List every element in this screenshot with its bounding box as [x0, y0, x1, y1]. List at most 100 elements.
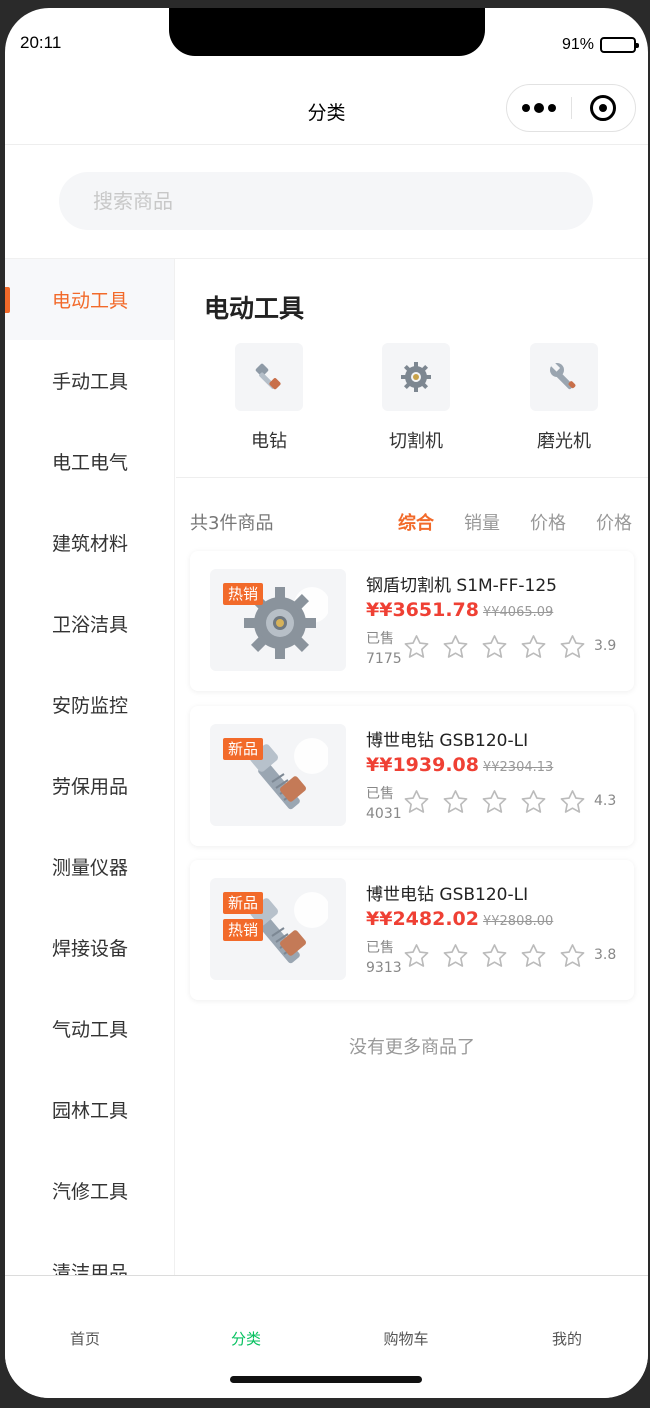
tab-home[interactable]: 首页 [35, 1328, 135, 1349]
product-name: 博世电钻 GSB120-LI [366, 885, 529, 905]
hot-badge: 热销 [223, 919, 264, 941]
rating-value: 3.9 [594, 638, 617, 654]
product-name: 钢盾切割机 S1M-FF-125 [366, 576, 557, 596]
product-price: ¥¥3651.78 ¥¥4065.09 [366, 599, 553, 621]
current-price: ¥¥3651.78 [366, 599, 479, 621]
battery-percent: 91% [561, 36, 594, 53]
phone-screen: 20:11 91% 分类 电动工具 手动工具 电工电气 建筑材料 卫浴洁具 安防… [5, 8, 648, 1398]
status-time: 20:11 [20, 33, 62, 52]
no-more-text: 没有更多商品了 [349, 1037, 475, 1058]
product-card[interactable]: 热销 钢盾切割机 S1M-FF-125 ¥¥3651.78 ¥¥4065.09 已… [190, 551, 634, 691]
subcategory-label: 电钻 [251, 431, 287, 452]
star-icon [560, 790, 585, 813]
search-bar[interactable] [59, 172, 593, 230]
product-image: 热销 [210, 569, 346, 671]
nav-divider [5, 144, 648, 145]
sold-count: 已售 9313 [366, 938, 402, 978]
original-price: ¥¥4065.09 [482, 605, 554, 620]
sidebar-item-pneumatic[interactable]: 气动工具 [5, 988, 174, 1069]
rating-stars [402, 788, 587, 816]
star-icon [404, 635, 429, 658]
sort-price-2[interactable]: 价格 [596, 509, 632, 535]
sort-comprehensive[interactable]: 综合 [398, 509, 434, 535]
star-icon [560, 635, 585, 658]
star-icon [521, 635, 546, 658]
sidebar-item-cleaning[interactable]: 清洁用品 [5, 1231, 174, 1275]
original-price: ¥¥2304.13 [482, 760, 554, 775]
product-card[interactable]: 新品 博世电钻 GSB120-LI ¥¥1939.08 ¥¥2304.13 已售 4… [190, 706, 634, 846]
bolt-nut-icon [235, 343, 303, 411]
rating-value: 3.8 [594, 947, 617, 963]
tab-category[interactable]: 分类 [196, 1328, 296, 1349]
rating-stars [402, 633, 587, 661]
subcategory-item[interactable]: 电钻 [219, 343, 319, 453]
sold-value: 7175 [366, 651, 402, 667]
sidebar-item-measuring[interactable]: 测量仪器 [5, 826, 174, 907]
subcategory-item[interactable]: 切割机 [366, 343, 466, 453]
star-icon [443, 635, 468, 658]
mini-program-capsule [506, 84, 636, 132]
star-icon [482, 790, 507, 813]
sidebar-item-building-materials[interactable]: 建筑材料 [5, 502, 174, 583]
product-name: 博世电钻 GSB120-LI [366, 731, 529, 751]
star-icon [482, 635, 507, 658]
current-price: ¥¥1939.08 [366, 754, 479, 776]
star-icon [521, 790, 546, 813]
subcategory-label: 切割机 [389, 431, 443, 452]
category-title: 电动工具 [204, 294, 305, 323]
wrench-icon [530, 343, 598, 411]
sold-value: 9313 [366, 960, 402, 976]
sidebar-item-garden[interactable]: 园林工具 [5, 1069, 174, 1150]
star-icon [443, 790, 468, 813]
new-badge: 新品 [223, 738, 264, 760]
product-image: 新品 [210, 724, 346, 826]
category-content: 电动工具 电钻 切割机 磨光机 共3件商品 综合 销量 价格 价格 热销 钢盾切… [176, 259, 648, 1275]
search-input[interactable] [93, 189, 593, 213]
current-price: ¥¥2482.02 [366, 908, 479, 930]
sidebar-item-labor-protection[interactable]: 劳保用品 [5, 745, 174, 826]
new-badge: 新品 [223, 892, 264, 914]
sidebar-item-electrical[interactable]: 电工电气 [5, 421, 174, 502]
star-icon [560, 944, 585, 967]
star-icon [521, 944, 546, 967]
sidebar-item-sanitary[interactable]: 卫浴洁具 [5, 583, 174, 664]
star-icon [443, 944, 468, 967]
tab-cart[interactable]: 购物车 [356, 1328, 456, 1349]
sidebar-item-security[interactable]: 安防监控 [5, 664, 174, 745]
rating-stars [402, 942, 587, 970]
sold-label: 已售 [366, 940, 394, 956]
gear-icon [382, 343, 450, 411]
rating-value: 4.3 [594, 793, 617, 809]
sidebar-item-power-tools[interactable]: 电动工具 [5, 259, 174, 340]
product-count: 共3件商品 [190, 513, 274, 534]
close-mini-program-icon[interactable] [572, 95, 636, 121]
product-card[interactable]: 新品 热销 博世电钻 GSB120-LI ¥¥2482.02 ¥¥2808.00 … [190, 860, 634, 1000]
star-icon [404, 944, 429, 967]
sold-label: 已售 [366, 631, 394, 647]
sidebar-item-welding[interactable]: 焊接设备 [5, 907, 174, 988]
notch [169, 8, 485, 56]
sold-count: 已售 4031 [366, 784, 402, 824]
subcategory-item[interactable]: 磨光机 [514, 343, 614, 453]
hot-badge: 热销 [223, 583, 264, 605]
subcategory-divider [176, 477, 648, 478]
status-right: 91% [561, 36, 639, 54]
home-indicator [230, 1376, 422, 1383]
more-icon[interactable] [507, 103, 571, 113]
battery-icon [600, 37, 639, 53]
sort-price[interactable]: 价格 [530, 509, 566, 535]
product-image: 新品 热销 [210, 878, 346, 980]
sidebar-item-hand-tools[interactable]: 手动工具 [5, 340, 174, 421]
sidebar-item-auto-repair[interactable]: 汽修工具 [5, 1150, 174, 1231]
product-price: ¥¥1939.08 ¥¥2304.13 [366, 754, 553, 776]
tab-profile[interactable]: 我的 [517, 1328, 617, 1349]
sold-count: 已售 7175 [366, 629, 402, 669]
product-price: ¥¥2482.02 ¥¥2808.00 [366, 908, 553, 930]
sort-sales[interactable]: 销量 [464, 509, 500, 535]
star-icon [404, 790, 429, 813]
sold-label: 已售 [366, 786, 394, 802]
sort-bar: 共3件商品 综合 销量 价格 价格 [190, 505, 648, 535]
subcategory-label: 磨光机 [537, 431, 591, 452]
star-icon [482, 944, 507, 967]
category-sidebar[interactable]: 电动工具 手动工具 电工电气 建筑材料 卫浴洁具 安防监控 劳保用品 测量仪器 … [5, 259, 175, 1275]
